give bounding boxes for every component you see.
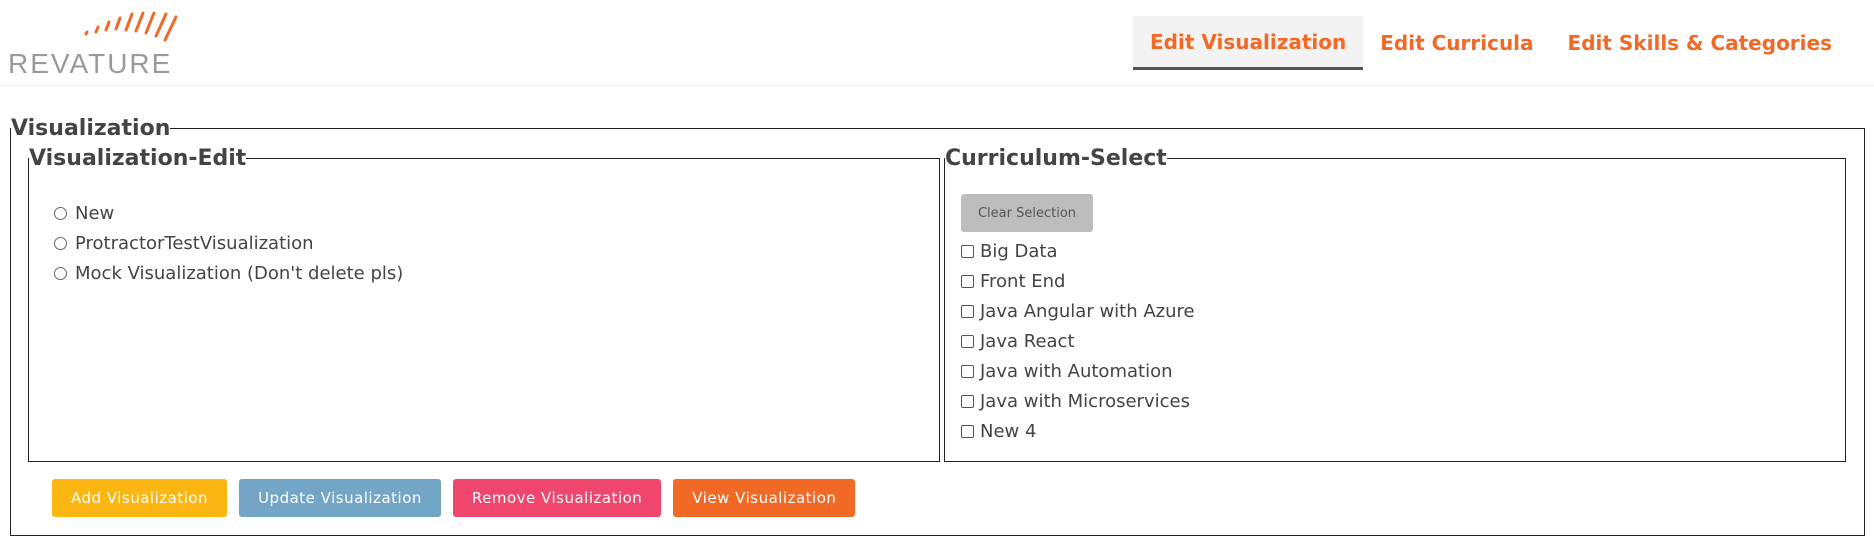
checkbox-item-new-4[interactable]: New 4 — [961, 416, 1195, 446]
logo-text: REVATURE — [8, 48, 173, 79]
checkbox[interactable] — [961, 424, 974, 438]
checkbox-item-front-end[interactable]: Front End — [961, 266, 1195, 296]
radio-label: New — [75, 202, 115, 224]
checkbox-label: New 4 — [980, 420, 1037, 442]
nav-edit-skills-categories[interactable]: Edit Skills & Categories — [1551, 16, 1874, 70]
curriculum-select-legend: Curriculum-Select — [945, 146, 1167, 171]
update-visualization-button[interactable]: Update Visualization — [239, 479, 441, 517]
checkbox-label: Java with Automation — [980, 360, 1173, 382]
checkbox-item-big-data[interactable]: Big Data — [961, 236, 1195, 266]
checkbox-item-java-angular-azure[interactable]: Java Angular with Azure — [961, 296, 1195, 326]
visualization-radio-list: New ProtractorTestVisualization Mock Vis… — [54, 198, 403, 288]
checkbox-label: Front End — [980, 270, 1066, 292]
checkbox-label: Java React — [980, 330, 1075, 352]
top-nav: Edit Visualization Edit Curricula Edit S… — [1133, 16, 1874, 70]
app-header: REVATURE Edit Visualization Edit Curricu… — [0, 0, 1874, 86]
radio-button[interactable] — [54, 266, 67, 280]
visualization-edit-legend: Visualization-Edit — [29, 146, 247, 171]
remove-visualization-button[interactable]: Remove Visualization — [452, 479, 662, 517]
radio-button[interactable] — [54, 236, 67, 250]
checkbox-label: Java with Microservices — [980, 390, 1190, 412]
checkbox-label: Java Angular with Azure — [980, 300, 1195, 322]
checkbox-item-java-react[interactable]: Java React — [961, 326, 1195, 356]
logo-sunburst-icon — [84, 11, 178, 42]
checkbox[interactable] — [961, 304, 974, 318]
radio-option-protractor-test[interactable]: ProtractorTestVisualization — [54, 228, 403, 258]
visualization-legend: Visualization — [11, 116, 171, 141]
revature-logo[interactable]: REVATURE — [8, 8, 208, 80]
checkbox-label: Big Data — [980, 240, 1058, 262]
checkbox-item-java-automation[interactable]: Java with Automation — [961, 356, 1195, 386]
action-button-row: Add Visualization Update Visualization R… — [52, 479, 856, 517]
checkbox[interactable] — [961, 244, 974, 258]
visualization-edit-fieldset: Visualization-Edit — [28, 146, 940, 462]
radio-option-new[interactable]: New — [54, 198, 403, 228]
clear-selection-button[interactable]: Clear Selection — [961, 194, 1093, 232]
nav-edit-visualization[interactable]: Edit Visualization — [1133, 16, 1364, 70]
checkbox[interactable] — [961, 364, 974, 378]
add-visualization-button[interactable]: Add Visualization — [52, 479, 228, 517]
radio-label: Mock Visualization (Don't delete pls) — [75, 262, 404, 284]
radio-button[interactable] — [54, 206, 67, 220]
nav-edit-curricula[interactable]: Edit Curricula — [1363, 16, 1550, 70]
curriculum-checkbox-list: Big Data Front End Java Angular with Azu… — [961, 236, 1195, 446]
radio-label: ProtractorTestVisualization — [75, 232, 314, 254]
checkbox-item-java-microservices[interactable]: Java with Microservices — [961, 386, 1195, 416]
radio-option-mock-visualization[interactable]: Mock Visualization (Don't delete pls) — [54, 258, 403, 288]
checkbox[interactable] — [961, 334, 974, 348]
checkbox[interactable] — [961, 394, 974, 408]
checkbox[interactable] — [961, 274, 974, 288]
view-visualization-button[interactable]: View Visualization — [673, 479, 856, 517]
